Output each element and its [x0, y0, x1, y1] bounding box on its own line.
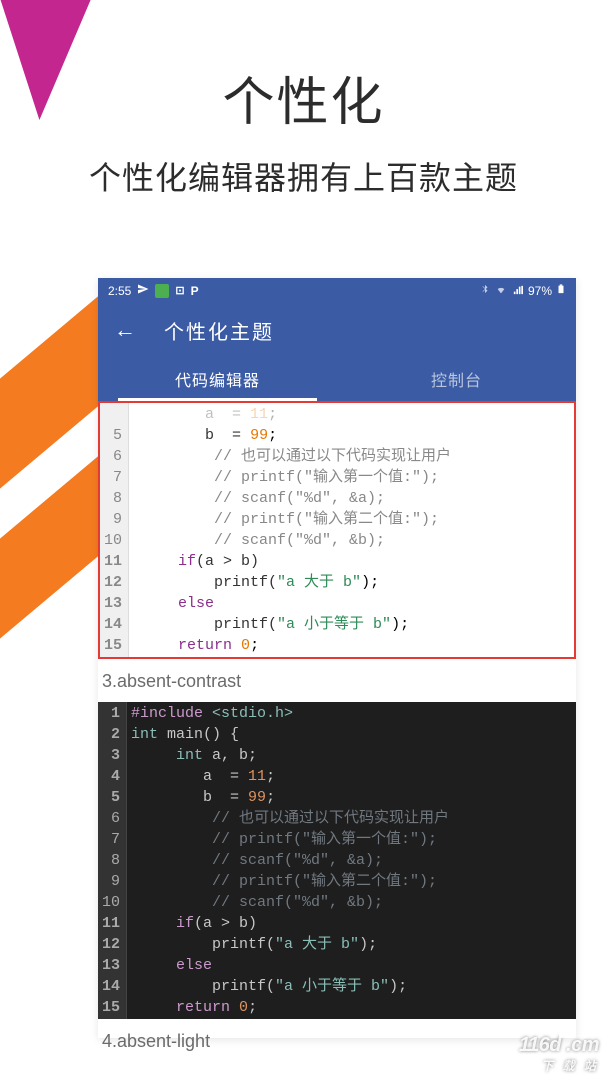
code-preview-light: 56789101112131415 a = 11; b = 99; // 也可以…	[98, 401, 576, 659]
theme-label-4[interactable]: 4.absent-light	[98, 1019, 576, 1062]
telegram-icon	[137, 283, 149, 298]
theme-label-3[interactable]: 3.absent-contrast	[98, 659, 576, 702]
app-icon-2: ⊡	[175, 284, 184, 297]
status-time: 2:55	[108, 284, 131, 298]
code-preview-dark: 123456789101112131415 #include <stdio.h>…	[98, 702, 576, 1019]
page-title: 个性化	[0, 60, 607, 135]
bg-shape-orange-2	[0, 455, 100, 656]
tab-console[interactable]: 控制台	[337, 357, 576, 401]
appbar-title: 个性化主题	[164, 316, 274, 345]
tab-bar: 代码编辑器 控制台	[98, 357, 576, 401]
battery-percent: 97%	[528, 284, 552, 298]
bluetooth-icon	[480, 283, 490, 298]
p-icon: P	[191, 284, 199, 298]
page-subtitle: 个性化编辑器拥有上百款主题	[0, 153, 607, 199]
phone-screenshot: 2:55 ⊡ P 97% ← 个性化主题	[98, 278, 576, 1038]
signal-icon	[512, 284, 524, 298]
app-bar: ← 个性化主题	[98, 303, 576, 357]
status-bar: 2:55 ⊡ P 97%	[98, 278, 576, 303]
tab-code-editor[interactable]: 代码编辑器	[98, 357, 337, 401]
gutter-light: 56789101112131415	[100, 403, 129, 657]
app-icon-1	[155, 284, 169, 298]
back-arrow-icon[interactable]: ←	[114, 317, 136, 343]
watermark: 116d..cm 下 载 站	[519, 1034, 599, 1074]
page-header: 个性化 个性化编辑器拥有上百款主题	[0, 0, 607, 199]
gutter-dark: 123456789101112131415	[98, 702, 127, 1019]
battery-icon	[556, 282, 566, 299]
code-content-dark: #include <stdio.h> int main() { int a, b…	[127, 702, 576, 1019]
code-content-light: a = 11; b = 99; // 也可以通过以下代码实现让用户 // pri…	[129, 403, 574, 657]
wifi-icon	[494, 284, 508, 298]
